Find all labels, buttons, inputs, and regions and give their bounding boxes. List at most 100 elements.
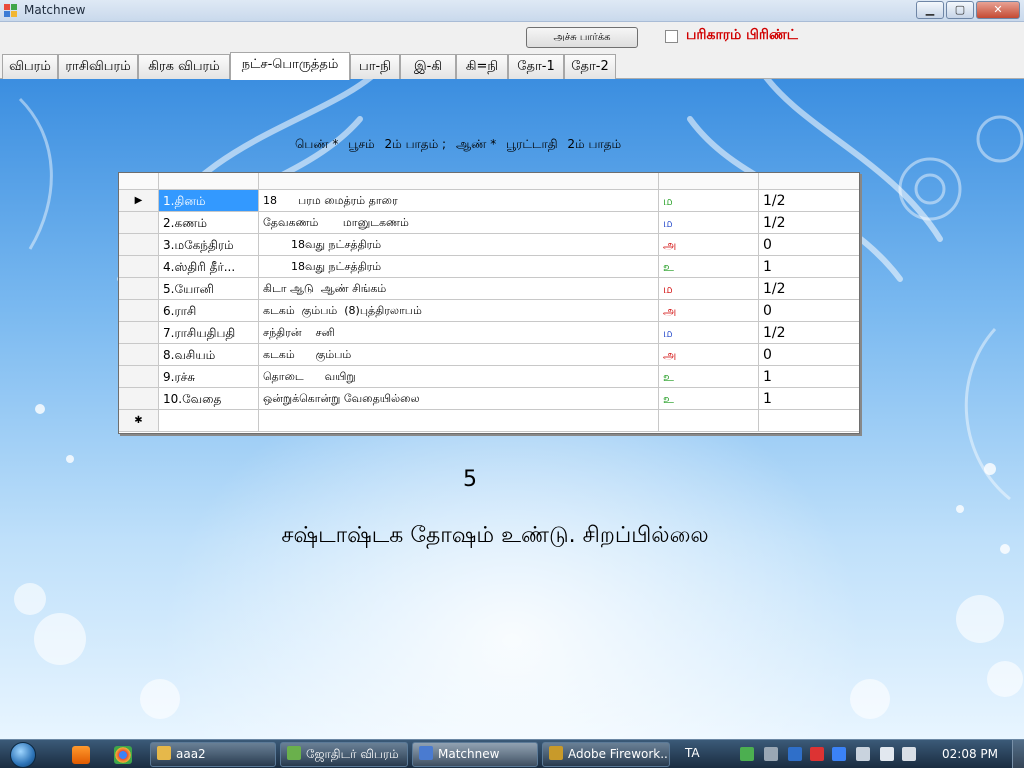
tab-planet-details[interactable]: கிரக விபரம் (138, 54, 230, 79)
porutham-detail-cell[interactable]: 18வது நட்சத்திரம் (259, 256, 659, 277)
new-row-cell[interactable] (259, 410, 659, 431)
porutham-points-cell[interactable]: 1 (759, 366, 859, 387)
porutham-grid[interactable]: ▶ 1.தினம் 18 பரம மைத்ரம் தாரை ம 1/2 2.கணம் தேவ… (118, 172, 860, 434)
row-selector-cell[interactable] (119, 388, 159, 409)
tab-dosha-1[interactable]: தோ-1 (508, 54, 564, 79)
row-selector-cell[interactable] (119, 212, 159, 233)
print-preview-button[interactable]: அச்சு பார்க்க (526, 27, 638, 48)
table-row[interactable]: 6.ராசி கடகம் கும்பம் (8)புத்திரலாபம் அ 0 (119, 300, 859, 322)
column-header-name[interactable] (159, 173, 259, 189)
table-row[interactable]: 8.வசியம் கடகம் கும்பம் அ 0 (119, 344, 859, 366)
minimize-button[interactable]: ▁ (916, 1, 944, 19)
porutham-mark-cell[interactable]: ம (659, 278, 759, 299)
porutham-points-cell[interactable]: 1/2 (759, 212, 859, 233)
porutham-points-cell[interactable]: 1/2 (759, 278, 859, 299)
porutham-mark-cell[interactable]: உ (659, 256, 759, 277)
porutham-name-cell[interactable]: 1.தினம் (159, 190, 259, 211)
porutham-detail-cell[interactable]: கிடா ஆடு ஆண் சிங்கம் (259, 278, 659, 299)
porutham-detail-cell[interactable]: 18 பரம மைத்ரம் தாரை (259, 190, 659, 211)
porutham-name-cell[interactable]: 6.ராசி (159, 300, 259, 321)
porutham-points-cell[interactable]: 0 (759, 300, 859, 321)
tab-ki-ni[interactable]: கி=நி (456, 54, 508, 79)
language-indicator[interactable]: TA (685, 746, 700, 760)
tray-tools-icon[interactable] (764, 747, 778, 761)
porutham-name-cell[interactable]: 2.கணம் (159, 212, 259, 233)
porutham-detail-cell[interactable]: சந்திரன் சனி (259, 322, 659, 343)
porutham-detail-cell[interactable]: 18வது நட்சத்திரம் (259, 234, 659, 255)
porutham-name-cell[interactable]: 3.மகேந்திரம் (159, 234, 259, 255)
new-row-cell[interactable] (659, 410, 759, 431)
porutham-mark-cell[interactable]: உ (659, 366, 759, 387)
network-status-icon[interactable] (880, 747, 894, 761)
porutham-mark-cell[interactable]: ம (659, 212, 759, 233)
porutham-mark-cell[interactable]: அ (659, 234, 759, 255)
new-row-cell[interactable] (159, 410, 259, 431)
porutham-detail-cell[interactable]: ஒன்றுக்கொன்று வேதையில்லை (259, 388, 659, 409)
bluetooth-icon[interactable] (788, 747, 802, 761)
grid-new-row[interactable]: ✱ (119, 410, 859, 432)
row-selector-cell[interactable] (119, 234, 159, 255)
table-row[interactable]: 10.வேதை ஒன்றுக்கொன்று வேதையில்லை உ 1 (119, 388, 859, 410)
tray-network-icon[interactable] (740, 747, 754, 761)
porutham-name-cell[interactable]: 4.ஸ்திரி தீர்... (159, 256, 259, 277)
porutham-detail-cell[interactable]: கடகம் கும்பம் (8)புத்திரலாபம் (259, 300, 659, 321)
column-header-points[interactable] (759, 173, 859, 189)
tab-dosha-2[interactable]: தோ-2 (564, 54, 616, 79)
tab-i-ki[interactable]: இ-கி (400, 54, 456, 79)
porutham-points-cell[interactable]: 1 (759, 388, 859, 409)
maximize-button[interactable]: ▢ (946, 1, 974, 19)
table-row[interactable]: 7.ராசியதிபதி சந்திரன் சனி ம 1/2 (119, 322, 859, 344)
row-selector-cell[interactable] (119, 300, 159, 321)
porutham-name-cell[interactable]: 10.வேதை (159, 388, 259, 409)
porutham-name-cell[interactable]: 7.ராசியதிபதி (159, 322, 259, 343)
chrome-icon[interactable] (114, 746, 132, 764)
tab-pa-ni[interactable]: பா-நி (350, 54, 400, 79)
taskbar-item[interactable]: ஜோதிடர் விபரம் (280, 742, 408, 767)
row-selector-cell[interactable] (119, 278, 159, 299)
row-selector-cell[interactable] (119, 256, 159, 277)
porutham-mark-cell[interactable]: ம (659, 322, 759, 343)
table-row[interactable]: 3.மகேந்திரம் 18வது நட்சத்திரம் அ 0 (119, 234, 859, 256)
tab-rasi-details[interactable]: ராசிவிபரம் (58, 54, 138, 79)
column-header-mark[interactable] (659, 173, 759, 189)
clock[interactable]: 02:08 PM (942, 747, 998, 761)
table-row[interactable]: 9.ரச்சு தொடை வயிறு உ 1 (119, 366, 859, 388)
porutham-points-cell[interactable]: 1 (759, 256, 859, 277)
porutham-mark-cell[interactable]: உ (659, 388, 759, 409)
porutham-name-cell[interactable]: 5.யோனி (159, 278, 259, 299)
tab-details[interactable]: விபரம் (2, 54, 58, 79)
row-selector-cell[interactable] (119, 366, 159, 387)
porutham-name-cell[interactable]: 8.வசியம் (159, 344, 259, 365)
porutham-points-cell[interactable]: 0 (759, 234, 859, 255)
porutham-mark-cell[interactable]: ம (659, 190, 759, 211)
row-selector-cell[interactable] (119, 322, 159, 343)
taskbar-item[interactable]: Matchnew (412, 742, 538, 767)
tray-security-icon[interactable] (810, 747, 824, 761)
porutham-points-cell[interactable]: 1/2 (759, 322, 859, 343)
porutham-points-cell[interactable]: 1/2 (759, 190, 859, 211)
porutham-points-cell[interactable]: 0 (759, 344, 859, 365)
volume-icon[interactable] (902, 747, 916, 761)
tab-star-match[interactable]: நட்ச-பொருத்தம் (230, 52, 350, 80)
table-row[interactable]: 4.ஸ்திரி தீர்... 18வது நட்சத்திரம் உ 1 (119, 256, 859, 278)
column-header-detail[interactable] (259, 173, 659, 189)
remedy-print-label[interactable]: பரிகாரம் பிரிண்ட் (686, 27, 798, 45)
row-selector-cell[interactable]: ▶ (119, 190, 159, 211)
table-row[interactable]: 2.கணம் தேவகணம் மானுடகணம் ம 1/2 (119, 212, 859, 234)
porutham-detail-cell[interactable]: தேவகணம் மானுடகணம் (259, 212, 659, 233)
tray-app-icon[interactable] (856, 747, 870, 761)
porutham-mark-cell[interactable]: அ (659, 300, 759, 321)
row-header-corner[interactable] (119, 173, 159, 189)
taskbar-item[interactable]: aaa2 (150, 742, 276, 767)
new-row-cell[interactable] (759, 410, 859, 431)
tray-sync-icon[interactable] (832, 747, 846, 761)
porutham-detail-cell[interactable]: கடகம் கும்பம் (259, 344, 659, 365)
taskbar-item[interactable]: Adobe Firework... (542, 742, 670, 767)
porutham-detail-cell[interactable]: தொடை வயிறு (259, 366, 659, 387)
porutham-mark-cell[interactable]: அ (659, 344, 759, 365)
table-row[interactable]: 5.யோனி கிடா ஆடு ஆண் சிங்கம் ம 1/2 (119, 278, 859, 300)
close-button[interactable]: ✕ (976, 1, 1020, 19)
vlc-icon[interactable] (72, 746, 90, 764)
table-row[interactable]: ▶ 1.தினம் 18 பரம மைத்ரம் தாரை ம 1/2 (119, 190, 859, 212)
show-desktop-button[interactable] (1012, 740, 1024, 768)
